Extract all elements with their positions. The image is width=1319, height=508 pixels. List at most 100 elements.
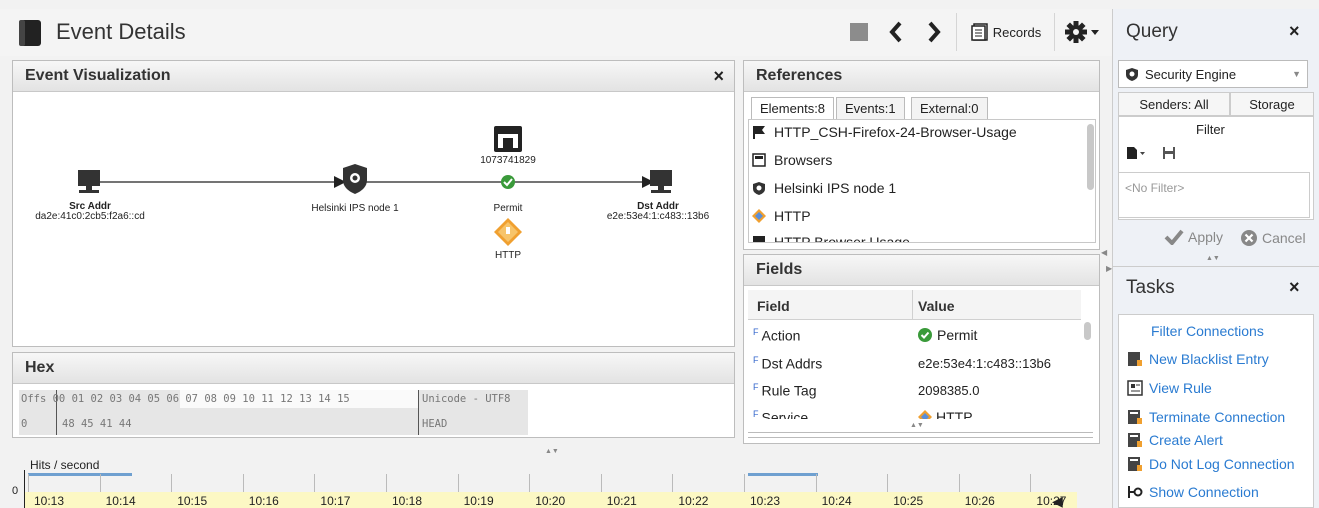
hex-unicode[interactable]: HEAD — [422, 418, 447, 430]
fields-title: Fields — [744, 255, 1099, 286]
task-view-rule[interactable]: View Rule — [1127, 380, 1212, 396]
task-create-alert[interactable]: Create Alert — [1127, 432, 1223, 448]
field-value[interactable]: HTTP — [918, 409, 973, 419]
timeline-tick-label: 10:15 — [177, 494, 208, 508]
cancel-button[interactable]: Cancel — [1240, 229, 1306, 247]
close-icon[interactable]: × — [1289, 277, 1300, 298]
column-field[interactable]: Field — [757, 298, 790, 314]
timeline-gridline — [242, 474, 244, 492]
list-item[interactable]: Browsers — [752, 152, 832, 168]
tab-events[interactable]: Events:1 — [836, 97, 905, 119]
field-value[interactable]: e2e:53e4:1:c483::13b6 — [918, 356, 1051, 371]
stop-button[interactable] — [846, 18, 872, 46]
task-show-connection[interactable]: Show Connection — [1127, 484, 1259, 500]
timeline-gridline — [958, 474, 960, 492]
references-title: References — [744, 61, 1099, 92]
separator — [956, 13, 957, 51]
timeline-tick-label: 10:20 — [535, 494, 566, 508]
cancel-icon — [1241, 230, 1257, 246]
rule-id-label: 1073741829 — [480, 155, 536, 166]
resize-handle-icon[interactable]: ▲▼ — [545, 448, 559, 455]
timeline-gridline — [99, 474, 101, 492]
tasks-title: Tasks — [1126, 277, 1175, 298]
scrollbar-thumb[interactable] — [1084, 322, 1091, 340]
dst-addr-value: e2e:53e4:1:c483::13b6 — [606, 211, 710, 222]
timeline-gridline — [887, 474, 889, 492]
next-button[interactable] — [922, 18, 946, 46]
service-label: HTTP — [494, 250, 522, 261]
timeline-gridline — [457, 474, 459, 492]
field-name[interactable]: F Action — [753, 327, 800, 344]
timeline-tick-label: 10:16 — [248, 494, 279, 508]
tab-senders[interactable]: Senders: All — [1118, 92, 1230, 116]
tab-elements[interactable]: Elements:8 — [751, 97, 835, 120]
permit-icon — [501, 175, 515, 189]
hits-bar — [28, 473, 132, 476]
close-icon[interactable]: × — [1289, 21, 1300, 42]
rule-icon[interactable] — [494, 126, 522, 152]
filter-label: Filter — [1196, 122, 1225, 137]
tab-storage[interactable]: Storage — [1230, 92, 1314, 116]
chevron-down-icon: ▼ — [1292, 69, 1301, 79]
new-file-icon[interactable] — [1126, 146, 1146, 160]
records-button[interactable]: Records — [966, 18, 1046, 46]
timeline-tick-label: 10:18 — [392, 494, 423, 508]
http-icon — [918, 410, 932, 419]
resize-handle-icon[interactable]: ▲▼ — [910, 422, 924, 429]
field-name[interactable]: F Service — [753, 409, 808, 419]
filter-connections-link[interactable]: Filter Connections — [1151, 323, 1264, 339]
timeline-gridline — [672, 474, 674, 492]
timeline-tick-label: 10:14 — [105, 494, 136, 508]
shield-icon[interactable] — [343, 164, 367, 194]
hits-bar — [748, 473, 818, 476]
timeline-tick-label: 10:26 — [964, 494, 995, 508]
timeline-tick-label: 10:17 — [320, 494, 351, 508]
view-rule-icon — [1127, 380, 1143, 396]
previous-button[interactable] — [884, 18, 908, 46]
field-value[interactable]: 2098385.0 — [918, 383, 979, 398]
task-terminate-connection[interactable]: Terminate Connection — [1127, 409, 1285, 425]
timeline-gridline — [744, 474, 745, 492]
terminate-icon — [1128, 410, 1142, 424]
tab-external[interactable]: External:0 — [911, 97, 988, 119]
task-new-blacklist-entry[interactable]: New Blacklist Entry — [1127, 351, 1269, 367]
timeline-gridline — [28, 474, 29, 492]
rule-icon — [753, 236, 765, 242]
list-item[interactable]: HTTP_CSH-Firefox-24-Browser-Usage — [752, 124, 1017, 140]
task-do-not-log-connection[interactable]: Do Not Log Connection — [1127, 456, 1295, 472]
header-bar: Event Details Records — [0, 9, 1112, 56]
splitter-left-icon[interactable]: ◀ — [1101, 248, 1107, 257]
hex-bytes[interactable]: 48 45 41 44 — [62, 418, 132, 430]
list-item[interactable]: HTTP — [752, 208, 811, 224]
timeline-tick-label: 10:21 — [606, 494, 637, 508]
checkmark-icon — [1164, 229, 1184, 245]
field-name[interactable]: F Dst Addrs — [753, 355, 822, 372]
settings-button[interactable] — [1062, 18, 1102, 46]
browser-icon — [752, 153, 766, 167]
field-value[interactable]: Permit — [918, 327, 977, 343]
horizontal-scrollbar[interactable] — [748, 432, 1093, 438]
close-icon[interactable]: × — [713, 66, 724, 87]
src-computer-icon[interactable] — [78, 170, 100, 193]
apply-button[interactable]: Apply — [1164, 229, 1223, 245]
engine-select[interactable]: Security Engine ▼ — [1118, 60, 1308, 88]
table-row-clipped: F Service HTTP — [748, 405, 1081, 419]
http-service-icon[interactable] — [494, 218, 522, 246]
save-icon[interactable] — [1162, 146, 1176, 160]
column-value[interactable]: Value — [918, 298, 955, 314]
book-icon — [19, 20, 41, 46]
stop-icon — [850, 23, 868, 41]
filter-toolbar — [1126, 146, 1176, 160]
event-visualization-title: Event Visualization — [13, 61, 734, 92]
dst-computer-icon[interactable] — [650, 170, 672, 193]
resize-handle-icon[interactable]: ▲▼ — [1206, 255, 1220, 262]
gear-icon — [1065, 21, 1099, 43]
list-item[interactable]: Helsinki IPS node 1 — [752, 180, 896, 196]
node-label: Helsinki IPS node 1 — [311, 203, 399, 214]
list-item-clipped: HTTP Browser Usage — [748, 229, 1088, 242]
filter-input[interactable]: <No Filter> — [1118, 172, 1310, 218]
hex-divider — [418, 390, 419, 435]
field-name[interactable]: F Rule Tag — [753, 382, 817, 399]
scrollbar-thumb[interactable] — [1087, 124, 1094, 190]
timeline-gridline — [815, 474, 817, 492]
